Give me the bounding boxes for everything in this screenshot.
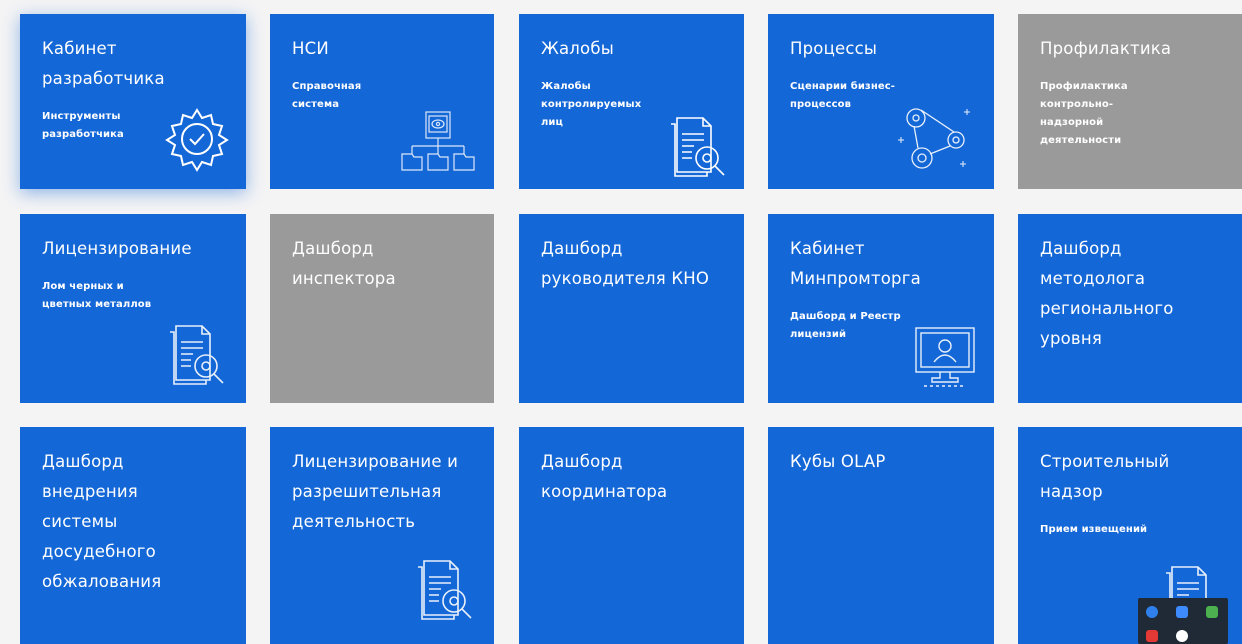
tile-title: Жалобы — [541, 39, 614, 58]
system-tray — [1138, 598, 1228, 644]
tile-title: Строительный надзор — [1040, 452, 1170, 501]
tile-nsi[interactable]: НСИ Справочная система — [270, 14, 494, 189]
gears-process-icon — [894, 100, 974, 176]
tile-olap-cubes[interactable]: Кубы OLAP — [768, 427, 994, 644]
tile-coordinator-dashboard[interactable]: Дашборд координатора — [519, 427, 744, 644]
bluetooth-icon[interactable] — [1146, 606, 1158, 618]
tile-title: Лицензирование и разрешительная деятельн… — [292, 452, 459, 531]
tile-subtitle: Справочная система — [292, 81, 362, 110]
monitor-user-icon — [914, 324, 978, 390]
tile-title: Процессы — [790, 39, 878, 58]
document-search-icon — [665, 114, 729, 178]
tile-inspector-dashboard[interactable]: Дашборд инспектора — [270, 214, 494, 403]
hierarchy-document-icon — [396, 110, 480, 172]
tile-licensing[interactable]: Лицензирование Лом черных и цветных мета… — [20, 214, 246, 403]
tile-title: Профилактика — [1040, 39, 1172, 58]
tile-title: НСИ — [292, 39, 329, 58]
tile-prevention[interactable]: Профилактика Профилактика контрольно- на… — [1018, 14, 1242, 189]
tile-subtitle: Профилактика контрольно- надзорной деяте… — [1040, 81, 1128, 146]
tile-subtitle: Прием извещений — [1040, 524, 1148, 535]
tile-title: Дашборд методолога регионального уровня — [1040, 239, 1174, 348]
gear-check-icon — [164, 106, 230, 172]
tile-title: Лицензирование — [42, 239, 192, 258]
video-icon[interactable] — [1176, 606, 1188, 618]
tile-pretrial-dashboard[interactable]: Дашборд внедрения системы досудебного об… — [20, 427, 246, 644]
tile-minpromtorg-cabinet[interactable]: Кабинет Минпромторга Дашборд и Реестр ли… — [768, 214, 994, 403]
tile-dev-cabinet[interactable]: Кабинет разработчика Инструменты разрабо… — [20, 14, 246, 189]
shield-check-icon[interactable] — [1206, 606, 1218, 618]
tile-title: Кабинет разработчика — [42, 39, 165, 88]
tile-processes[interactable]: Процессы Сценарии бизнес- процессов — [768, 14, 994, 189]
document-search-icon — [164, 322, 228, 386]
tile-kno-head-dashboard[interactable]: Дашборд руководителя КНО — [519, 214, 744, 403]
tile-methodologist-dashboard[interactable]: Дашборд методолога регионального уровня — [1018, 214, 1242, 403]
tile-subtitle: Лом черных и цветных металлов — [42, 281, 152, 310]
tile-title: Кабинет Минпромторга — [790, 239, 921, 288]
tile-title: Кубы OLAP — [790, 452, 886, 471]
tile-title: Дашборд руководителя КНО — [541, 239, 710, 288]
tile-title: Дашборд инспектора — [292, 239, 396, 288]
tile-title: Дашборд координатора — [541, 452, 668, 501]
antivirus-icon[interactable] — [1176, 630, 1188, 642]
tile-title: Дашборд внедрения системы досудебного об… — [42, 452, 162, 591]
app-icon[interactable] — [1146, 630, 1158, 642]
tile-licensing-permits[interactable]: Лицензирование и разрешительная деятельн… — [270, 427, 494, 644]
document-search-icon — [412, 557, 476, 621]
tile-complaints[interactable]: Жалобы Жалобы контролируемых лиц — [519, 14, 744, 189]
